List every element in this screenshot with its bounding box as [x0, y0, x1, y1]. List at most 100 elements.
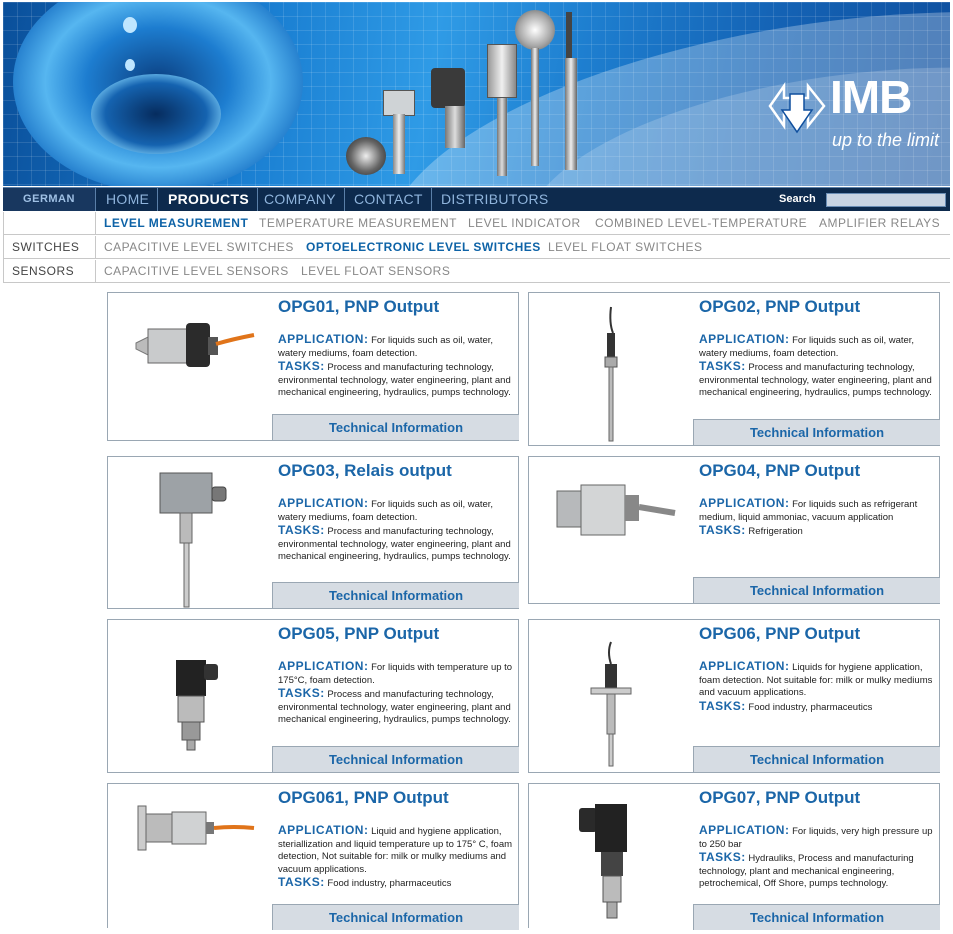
sensor-product-photo — [487, 44, 517, 98]
application-label: APPLICATION: — [699, 823, 790, 837]
search-input[interactable] — [826, 193, 946, 207]
nav-contact[interactable]: CONTACT — [346, 188, 432, 211]
tasks-text: Food industry, pharmaceutics — [327, 878, 452, 890]
tasks-label: TASKS: — [278, 686, 325, 701]
application-label: APPLICATION: — [699, 659, 790, 673]
sensor-product-photo — [346, 137, 386, 175]
product-card-opg061: OPG061, PNP Output APPLICATION: Liquid a… — [107, 783, 519, 930]
product-image[interactable] — [108, 293, 272, 440]
sensor-photo-icon — [556, 484, 676, 536]
tasks-text: Food industry, pharmaceutics — [748, 701, 873, 713]
header-banner: IMB up to the limit — [3, 2, 950, 186]
product-image[interactable] — [108, 784, 272, 928]
sensor-photo-icon — [159, 472, 227, 608]
product-description: APPLICATION: For liquids such as oil, wa… — [278, 497, 516, 564]
sensor-photo-icon — [176, 660, 218, 751]
technical-information-button[interactable]: Technical Information — [272, 904, 519, 930]
switch-level-float[interactable]: LEVEL FLOAT SWITCHES — [548, 236, 702, 259]
product-card-opg01: OPG01, PNP Output APPLICATION: For liqui… — [107, 292, 519, 441]
application-label: APPLICATION: — [278, 823, 369, 837]
application-label: APPLICATION: — [278, 332, 369, 346]
tasks-label: TASKS: — [699, 850, 746, 865]
sensor-product-photo — [431, 68, 465, 108]
nav-home[interactable]: HOME — [98, 188, 159, 211]
technical-information-button[interactable]: Technical Information — [693, 746, 940, 772]
product-title[interactable]: OPG02, PNP Output — [699, 297, 860, 317]
sensor-photo-icon — [579, 804, 627, 919]
switches-subnav: SWITCHES CAPACITIVE LEVEL SWITCHES OPTOE… — [3, 236, 950, 259]
water-droplet — [123, 17, 137, 33]
technical-information-button[interactable]: Technical Information — [693, 419, 940, 445]
category-subnav: LEVEL MEASUREMENT TEMPERATURE MEASUREMEN… — [3, 212, 950, 235]
category-combined-level-temperature[interactable]: COMBINED LEVEL-TEMPERATURE — [595, 212, 807, 235]
application-label: APPLICATION: — [278, 659, 369, 673]
product-title[interactable]: OPG03, Relais output — [278, 461, 452, 481]
technical-information-button[interactable]: Technical Information — [693, 904, 940, 930]
product-description: APPLICATION: For liquids such as oil, wa… — [699, 333, 937, 400]
product-description: APPLICATION: Liquid and hygiene applicat… — [278, 824, 516, 891]
sensor-photo-icon — [590, 641, 632, 767]
nav-company[interactable]: COMPANY — [256, 188, 345, 211]
imb-logo-mark-icon — [768, 82, 826, 134]
product-title[interactable]: OPG061, PNP Output — [278, 788, 449, 808]
product-image[interactable] — [108, 457, 272, 608]
technical-information-button[interactable]: Technical Information — [272, 414, 519, 440]
sensor-level-float[interactable]: LEVEL FLOAT SENSORS — [301, 260, 450, 283]
tasks-label: TASKS: — [278, 875, 325, 890]
technical-information-button[interactable]: Technical Information — [693, 577, 940, 603]
imb-logo[interactable]: IMB up to the limit — [768, 71, 940, 156]
product-title[interactable]: OPG06, PNP Output — [699, 624, 860, 644]
application-label: APPLICATION: — [699, 332, 790, 346]
product-description: APPLICATION: For liquids such as oil, wa… — [278, 333, 516, 400]
switches-side-label: SWITCHES — [3, 236, 96, 259]
sensor-product-photo — [515, 10, 555, 50]
product-card-opg06: OPG06, PNP Output APPLICATION: Liquids f… — [528, 619, 940, 773]
nav-distributors[interactable]: DISTRIBUTORS — [433, 188, 557, 211]
product-image[interactable] — [529, 293, 693, 445]
product-card-opg05: OPG05, PNP Output APPLICATION: For liqui… — [107, 619, 519, 773]
product-description: APPLICATION: For liquids, very high pres… — [699, 824, 937, 891]
sensor-product-photo — [497, 98, 507, 176]
sensor-photo-icon — [604, 306, 618, 442]
category-amplifier-relays[interactable]: AMPLIFIER RELAYS — [819, 212, 940, 235]
product-description: APPLICATION: Liquids for hygiene applica… — [699, 660, 937, 714]
product-image[interactable] — [108, 620, 272, 772]
product-card-opg02: OPG02, PNP Output APPLICATION: For liqui… — [528, 292, 940, 446]
product-card-opg03: OPG03, Relais output APPLICATION: For li… — [107, 456, 519, 609]
product-image[interactable] — [529, 457, 693, 603]
imb-logo-tagline: up to the limit — [832, 130, 940, 150]
switch-optoelectronic-level[interactable]: OPTOELECTRONIC LEVEL SWITCHES — [306, 236, 541, 259]
product-title[interactable]: OPG01, PNP Output — [278, 297, 439, 317]
product-description: APPLICATION: For liquids with temperatur… — [278, 660, 516, 727]
product-title[interactable]: OPG05, PNP Output — [278, 624, 439, 644]
water-ripple-center — [91, 74, 221, 154]
search-label: Search — [779, 193, 816, 205]
sensor-product-photo — [531, 48, 539, 166]
switch-capacitive-level[interactable]: CAPACITIVE LEVEL SWITCHES — [104, 236, 294, 259]
tasks-label: TASKS: — [699, 698, 746, 713]
nav-products[interactable]: PRODUCTS — [160, 188, 258, 211]
tasks-label: TASKS: — [699, 359, 746, 374]
sensor-photo-icon — [137, 805, 255, 851]
category-level-indicator[interactable]: LEVEL INDICATOR — [468, 212, 581, 235]
application-label: APPLICATION: — [278, 496, 369, 510]
category-temperature-measurement[interactable]: TEMPERATURE MEASUREMENT — [259, 212, 457, 235]
category-level-measurement[interactable]: LEVEL MEASUREMENT — [104, 212, 248, 235]
sensor-capacitive-level[interactable]: CAPACITIVE LEVEL SENSORS — [104, 260, 289, 283]
sensors-subnav: SENSORS CAPACITIVE LEVEL SENSORS LEVEL F… — [3, 260, 950, 283]
technical-information-button[interactable]: Technical Information — [272, 582, 519, 608]
product-title[interactable]: OPG07, PNP Output — [699, 788, 860, 808]
product-title[interactable]: OPG04, PNP Output — [699, 461, 860, 481]
sensor-product-photo — [445, 106, 465, 148]
product-card-opg04: OPG04, PNP Output APPLICATION: For liqui… — [528, 456, 940, 604]
main-navigation: GERMAN HOME PRODUCTS COMPANY CONTACT DIS… — [3, 187, 950, 211]
imb-logo-text: IMB — [830, 71, 912, 123]
application-label: APPLICATION: — [699, 496, 790, 510]
language-switch-german[interactable]: GERMAN — [3, 188, 96, 211]
sensor-product-photo — [383, 90, 415, 116]
sensor-product-photo — [393, 114, 405, 174]
product-image[interactable] — [529, 784, 693, 928]
technical-information-button[interactable]: Technical Information — [272, 746, 519, 772]
product-image[interactable] — [529, 620, 693, 772]
product-description: APPLICATION: For liquids such as refrige… — [699, 497, 937, 539]
